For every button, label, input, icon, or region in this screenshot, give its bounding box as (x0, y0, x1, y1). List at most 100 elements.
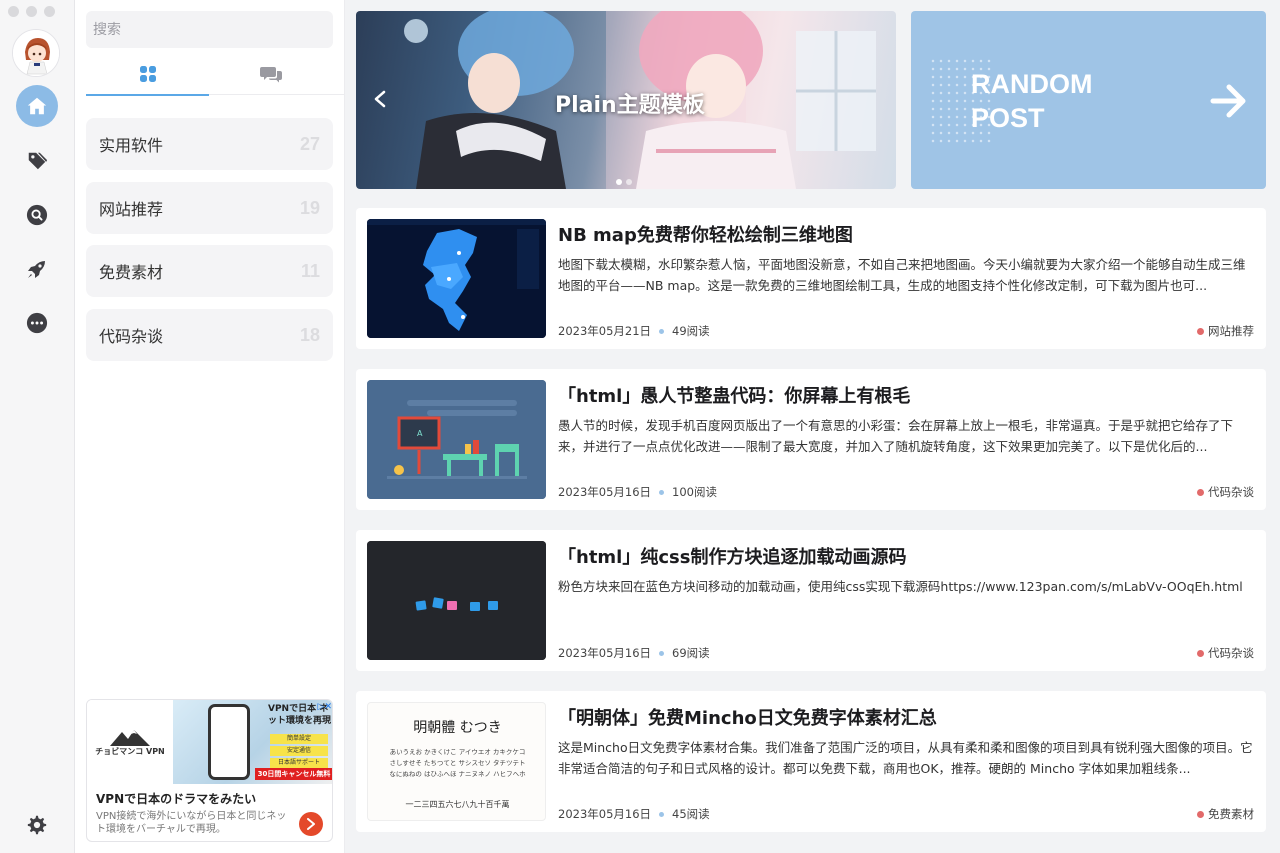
post-read-count: 45阅读 (672, 807, 710, 821)
post-excerpt: 粉色方块来回在蓝色方块间移动的加载动画，使用纯css实现下载源码https://… (558, 579, 1243, 594)
gear-icon (27, 815, 47, 835)
post-date: 2023年05月21日 (558, 324, 652, 338)
post-category-tag[interactable]: 代码杂谈 (1197, 484, 1254, 500)
category-count: 27 (299, 133, 320, 154)
rocket-icon (28, 261, 45, 278)
font-sample-numerals: 一二三四五六七八九十百千萬 (405, 800, 510, 809)
sponsored-ad[interactable]: チョビマンコ VPN VPNで日本 ネット環境を再現 簡単設定 安定通信 日本語… (86, 699, 333, 842)
post-excerpt: 这是Mincho日文免费字体素材合集。我们准备了范围广泛的项目，从具有柔和柔和图… (558, 740, 1253, 776)
random-post-line2: POST (971, 103, 1045, 133)
category-item[interactable]: 实用软件 27 (86, 118, 333, 170)
carousel-dot[interactable] (626, 179, 632, 185)
zoom-window-button[interactable] (44, 6, 55, 17)
post-read-count: 49阅读 (672, 324, 710, 338)
post-title[interactable]: 「明朝体」免费Mincho日文免费字体素材汇总 (558, 704, 937, 730)
category-panel: 实用软件 27 网站推荐 19 免费素材 11 代码杂谈 18 チョビマンコ V… (75, 0, 345, 853)
font-sample-line: あいうえお かきくけこ アイウエオ カキクケコ (389, 748, 526, 756)
carousel-indicators (616, 179, 632, 185)
carousel-dot[interactable] (616, 179, 622, 185)
post-card[interactable]: A 「html」愚人节整蛊代码：你屏幕上有根毛 愚人节的时候，发现手机百度网页版… (356, 369, 1266, 510)
featured-carousel[interactable]: Plain主题模板 (356, 11, 896, 189)
avatar[interactable] (12, 29, 60, 77)
post-title[interactable]: NB map免费帮你轻松绘制三维地图 (558, 221, 853, 247)
home-icon (27, 97, 47, 115)
meta-separator (659, 650, 665, 656)
rail-settings-button[interactable] (16, 804, 58, 846)
ad-phone-graphic (208, 704, 250, 780)
rail-more-button[interactable] (16, 302, 58, 344)
ad-go-button[interactable] (299, 812, 323, 836)
post-title[interactable]: 「html」纯css制作方块追逐加载动画源码 (558, 543, 906, 569)
arrow-right-icon (1210, 84, 1246, 118)
ad-description: VPN接続で海外にいながら日本と同じネット環境をバーチャルで再現。 (96, 811, 287, 835)
category-count: 18 (299, 324, 320, 345)
search-input[interactable] (86, 11, 333, 48)
random-post-button[interactable]: RANDOM POST (911, 11, 1266, 189)
rail-tags-button[interactable] (16, 140, 58, 182)
category-dot-icon (1197, 810, 1204, 818)
category-name: 代码杂谈 (99, 327, 164, 346)
category-item[interactable]: 免费素材 11 (86, 245, 333, 297)
post-date: 2023年05月16日 (558, 646, 652, 660)
post-thumbnail[interactable]: 明朝體 むつき あいうえお かきくけこ アイウエオ カキクケコ さしすせそ たち… (367, 702, 546, 821)
post-title[interactable]: 「html」愚人节整蛊代码：你屏幕上有根毛 (558, 382, 910, 408)
post-category-label: 代码杂谈 (1208, 485, 1254, 499)
post-category-tag[interactable]: 免费素材 (1197, 806, 1254, 822)
minimize-window-button[interactable] (26, 6, 37, 17)
grid-icon (139, 66, 156, 82)
ad-cancel-banner: 30日間キャンセル無料 (255, 768, 332, 780)
category-dot-icon (1197, 649, 1204, 657)
chevron-right-icon (307, 818, 315, 830)
post-date: 2023年05月16日 (558, 485, 652, 499)
carousel-prev-arrow-icon[interactable] (368, 87, 392, 111)
meta-separator (659, 328, 665, 334)
post-card[interactable]: NB map免费帮你轻松绘制三维地图 地图下载太模糊，水印繁杂惹人恼，平面地图没… (356, 208, 1266, 349)
post-category-tag[interactable]: 网站推荐 (1197, 323, 1254, 339)
font-sample-line: さしすせそ たちつてと サシスセソ タチツテト (389, 759, 526, 767)
rail-home-button[interactable] (16, 85, 58, 127)
post-thumbnail[interactable] (367, 219, 546, 338)
ad-image: チョビマンコ VPN VPNで日本 ネット環境を再現 簡単設定 安定通信 日本語… (87, 700, 332, 784)
post-meta: 2023年05月16日 45阅读 (558, 806, 710, 822)
adchoices-icon[interactable]: ▷✕ (318, 702, 332, 712)
post-category-label: 免费素材 (1208, 807, 1254, 821)
ad-logo: チョビマンコ VPN (87, 700, 173, 784)
category-dot-icon (1197, 488, 1204, 496)
category-name: 网站推荐 (99, 200, 164, 219)
tag-icon (28, 152, 48, 170)
post-category-label: 代码杂谈 (1208, 646, 1254, 660)
post-read-count: 100阅读 (672, 485, 717, 499)
more-icon (26, 312, 48, 334)
panel-tabs (86, 53, 345, 96)
post-meta: 2023年05月16日 69阅读 (558, 645, 710, 661)
category-item[interactable]: 代码杂谈 18 (86, 309, 333, 361)
font-sample-heading: 明朝體 むつき (413, 720, 502, 736)
post-category-tag[interactable]: 代码杂谈 (1197, 645, 1254, 661)
ad-title: VPNで日本のドラマをみたい (96, 792, 257, 806)
category-item[interactable]: 网站推荐 19 (86, 182, 333, 234)
classroom-thumbnail-image: A (367, 380, 546, 499)
tab-comments[interactable] (209, 53, 332, 95)
close-window-button[interactable] (8, 6, 19, 17)
post-card[interactable]: 「html」纯css制作方块追逐加载动画源码 粉色方块来回在蓝色方块间移动的加载… (356, 530, 1266, 671)
tab-categories[interactable] (86, 53, 209, 96)
font-sample-body: あいうえお かきくけこ アイウエオ カキクケコ さしすせそ たちつてと サシスセ… (368, 747, 545, 780)
blocks-thumbnail-image (367, 541, 546, 660)
search-icon (26, 204, 48, 226)
rail-launch-button[interactable] (16, 248, 58, 290)
category-name: 实用软件 (99, 136, 164, 155)
meta-separator (659, 489, 665, 495)
post-date: 2023年05月16日 (558, 807, 652, 821)
rail-search-button[interactable] (16, 194, 58, 236)
post-card[interactable]: 明朝體 むつき あいうえお かきくけこ アイウエオ カキクケコ さしすせそ たち… (356, 691, 1266, 832)
window-controls (8, 6, 55, 17)
random-post-label: RANDOM POST (971, 67, 1131, 135)
ad-logo-text: チョビマンコ VPN (95, 746, 165, 756)
avatar-image (13, 30, 59, 76)
svg-text:A: A (417, 429, 423, 438)
post-thumbnail[interactable]: A (367, 380, 546, 499)
meta-separator (659, 811, 665, 817)
font-sample-line: なにぬねの はひふへほ ナニヌネノ ハヒフヘホ (389, 770, 526, 778)
post-thumbnail[interactable] (367, 541, 546, 660)
category-name: 免费素材 (99, 263, 164, 282)
